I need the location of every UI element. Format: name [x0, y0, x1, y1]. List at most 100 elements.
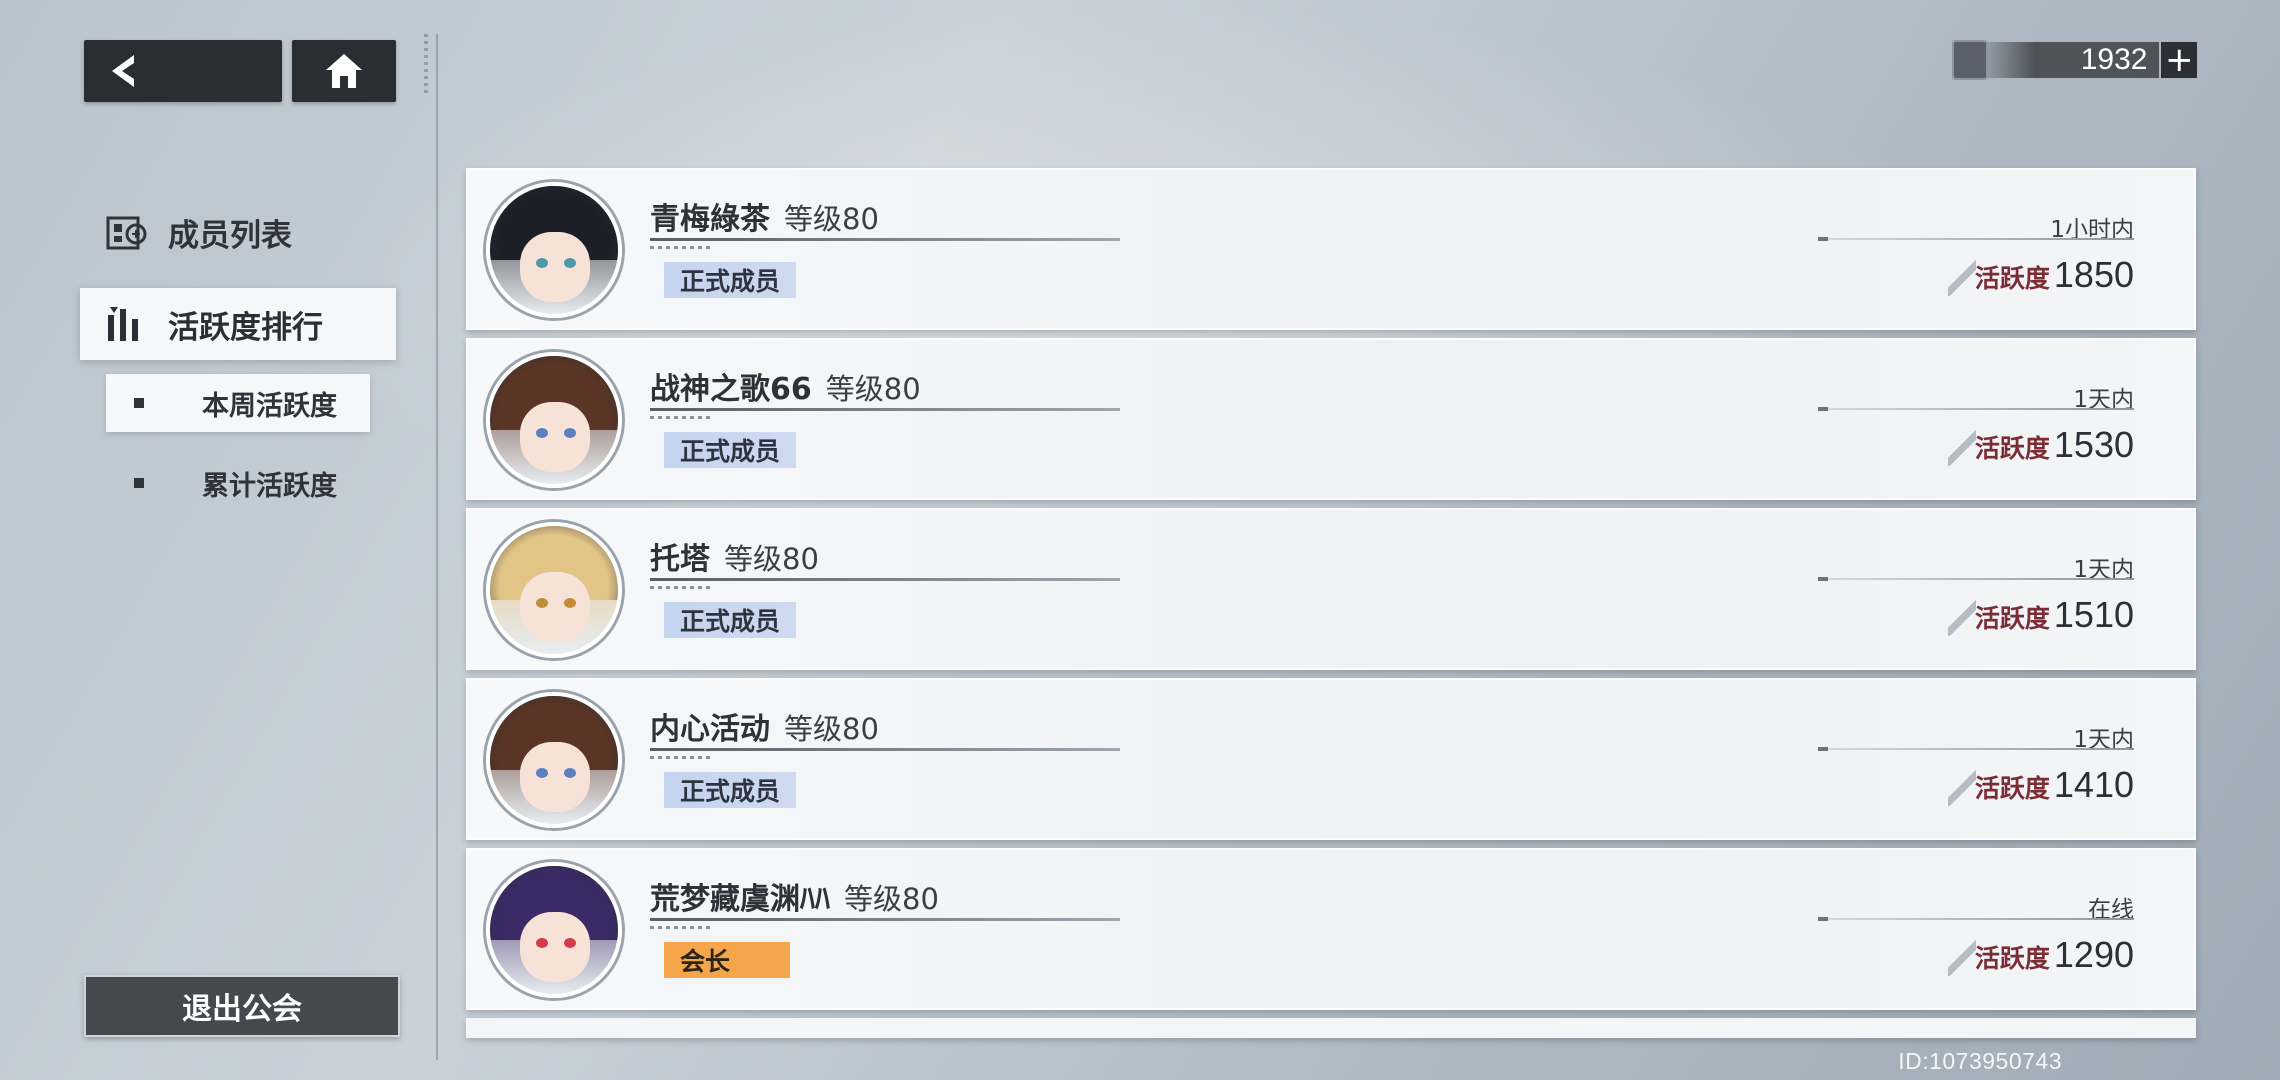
name-underline-dashes [650, 926, 710, 929]
currency-display: 1932 + [1952, 40, 2197, 80]
avatar-face [520, 912, 590, 982]
list-item[interactable]: 荒梦藏虞渊ﾊﾊ 等级80 会长 在线 活跃度 1290 [466, 848, 2196, 1010]
activity-score: 活跃度 1290 [1975, 934, 2134, 976]
name-underline-dashes [650, 416, 710, 419]
divider-line [436, 34, 438, 1060]
slash-decoration-icon [1948, 938, 1976, 976]
member-header: 青梅綠茶 等级80 [650, 194, 879, 238]
member-level: 等级80 [784, 712, 879, 746]
name-underline [650, 748, 1120, 751]
bullet-icon [134, 478, 144, 488]
role-badge: 正式成员 [664, 602, 797, 638]
total-activity-label: 累计活跃度 [202, 470, 337, 502]
activity-label: 活跃度 [1974, 774, 2050, 803]
avatar-eye [536, 258, 548, 268]
avatar-eye [564, 768, 576, 778]
slash-decoration-icon [1948, 258, 1976, 296]
activity-score: 活跃度 1850 [1975, 254, 2134, 296]
activity-value: 1290 [2053, 934, 2134, 975]
activity-label: 活跃度 [1974, 944, 2050, 973]
activity-score: 活跃度 1410 [1975, 764, 2134, 806]
member-name: 托塔 [650, 542, 710, 577]
slash-decoration-icon [1948, 598, 1976, 636]
home-button[interactable] [292, 40, 396, 102]
member-header: 内心活动 等级80 [650, 704, 879, 748]
member-level: 等级80 [724, 542, 819, 576]
avatar[interactable] [486, 522, 622, 658]
home-icon [326, 54, 362, 88]
sidebar-item-member-list[interactable]: 成员列表 [106, 210, 292, 255]
name-underline [650, 578, 1120, 581]
ranking-icon [108, 307, 138, 341]
avatar[interactable] [486, 352, 622, 488]
name-underline [650, 918, 1120, 921]
activity-score: 活跃度 1510 [1975, 594, 2134, 636]
activity-ranking-label: 活跃度排行 [168, 309, 323, 346]
exit-guild-button[interactable]: 退出公会 [84, 975, 400, 1037]
list-item[interactable]: 青梅綠茶 等级80 正式成员 1小时内 活跃度 1850 [466, 168, 2196, 330]
sidebar-item-activity-ranking[interactable]: 活跃度排行 [80, 288, 396, 360]
weekly-activity-label: 本周活跃度 [202, 390, 337, 422]
avatar-eye [564, 258, 576, 268]
avatar-eye [536, 938, 548, 948]
member-header: 托塔 等级80 [650, 534, 819, 578]
avatar[interactable] [486, 182, 622, 318]
activity-label: 活跃度 [1974, 434, 2050, 463]
member-name: 战神之歌66 [650, 372, 812, 407]
time-underline [1818, 577, 2134, 581]
back-button[interactable] [84, 40, 282, 102]
time-underline [1818, 747, 2134, 751]
activity-label: 活跃度 [1974, 264, 2050, 293]
avatar-eye [564, 938, 576, 948]
member-name: 内心活动 [650, 712, 770, 747]
avatar-eye [564, 428, 576, 438]
name-underline-dashes [650, 756, 710, 759]
activity-value: 1410 [2053, 764, 2134, 805]
avatar-eye [536, 598, 548, 608]
name-underline [650, 408, 1120, 411]
member-header: 战神之歌66 等级80 [650, 364, 921, 408]
name-underline-dashes [650, 586, 710, 589]
role-badge: 正式成员 [664, 432, 797, 468]
avatar-face [520, 402, 590, 472]
time-underline [1818, 407, 2134, 411]
time-underline [1818, 237, 2134, 241]
list-item[interactable]: 托塔 等级80 正式成员 1天内 活跃度 1510 [466, 508, 2196, 670]
bullet-icon [134, 398, 144, 408]
user-id: ID:1073950743 [1898, 1048, 2062, 1074]
add-currency-button[interactable]: + [2161, 40, 2197, 80]
member-name: 青梅綠茶 [650, 202, 770, 237]
name-underline [650, 238, 1120, 241]
currency-amount: 1932 [1981, 42, 2160, 78]
role-badge: 会长 [664, 942, 790, 978]
role-badge: 正式成员 [664, 262, 797, 298]
avatar-eye [536, 768, 548, 778]
list-item[interactable]: 内心活动 等级80 正式成员 1天内 活跃度 1410 [466, 678, 2196, 840]
avatar-face [520, 572, 590, 642]
back-arrow-icon [112, 55, 134, 87]
list-item[interactable]: 战神之歌66 等级80 正式成员 1天内 活跃度 1530 [466, 338, 2196, 500]
role-badge: 正式成员 [664, 772, 797, 808]
divider-dashes [424, 34, 428, 94]
activity-label: 活跃度 [1974, 604, 2050, 633]
slash-decoration-icon [1948, 428, 1976, 466]
activity-value: 1850 [2053, 254, 2134, 295]
activity-value: 1510 [2053, 594, 2134, 635]
activity-score: 活跃度 1530 [1975, 424, 2134, 466]
avatar-face [520, 232, 590, 302]
member-list-label: 成员列表 [168, 218, 292, 254]
member-list-icon [106, 216, 147, 249]
member-level: 等级80 [825, 372, 921, 406]
member-list: 青梅綠茶 等级80 正式成员 1小时内 活跃度 1850 战神之歌66 等级80… [466, 168, 2196, 1018]
sidebar-item-weekly-activity[interactable]: 本周活跃度 [106, 374, 370, 432]
slash-decoration-icon [1948, 768, 1976, 806]
currency-icon [1952, 40, 1988, 80]
time-underline [1818, 917, 2134, 921]
list-item-partial [466, 1018, 2196, 1038]
member-header: 荒梦藏虞渊ﾊﾊ 等级80 [650, 874, 939, 918]
avatar[interactable] [486, 862, 622, 998]
activity-value: 1530 [2053, 424, 2134, 465]
sidebar-item-total-activity[interactable]: 累计活跃度 [106, 454, 370, 512]
avatar[interactable] [486, 692, 622, 828]
member-level: 等级80 [784, 202, 879, 236]
